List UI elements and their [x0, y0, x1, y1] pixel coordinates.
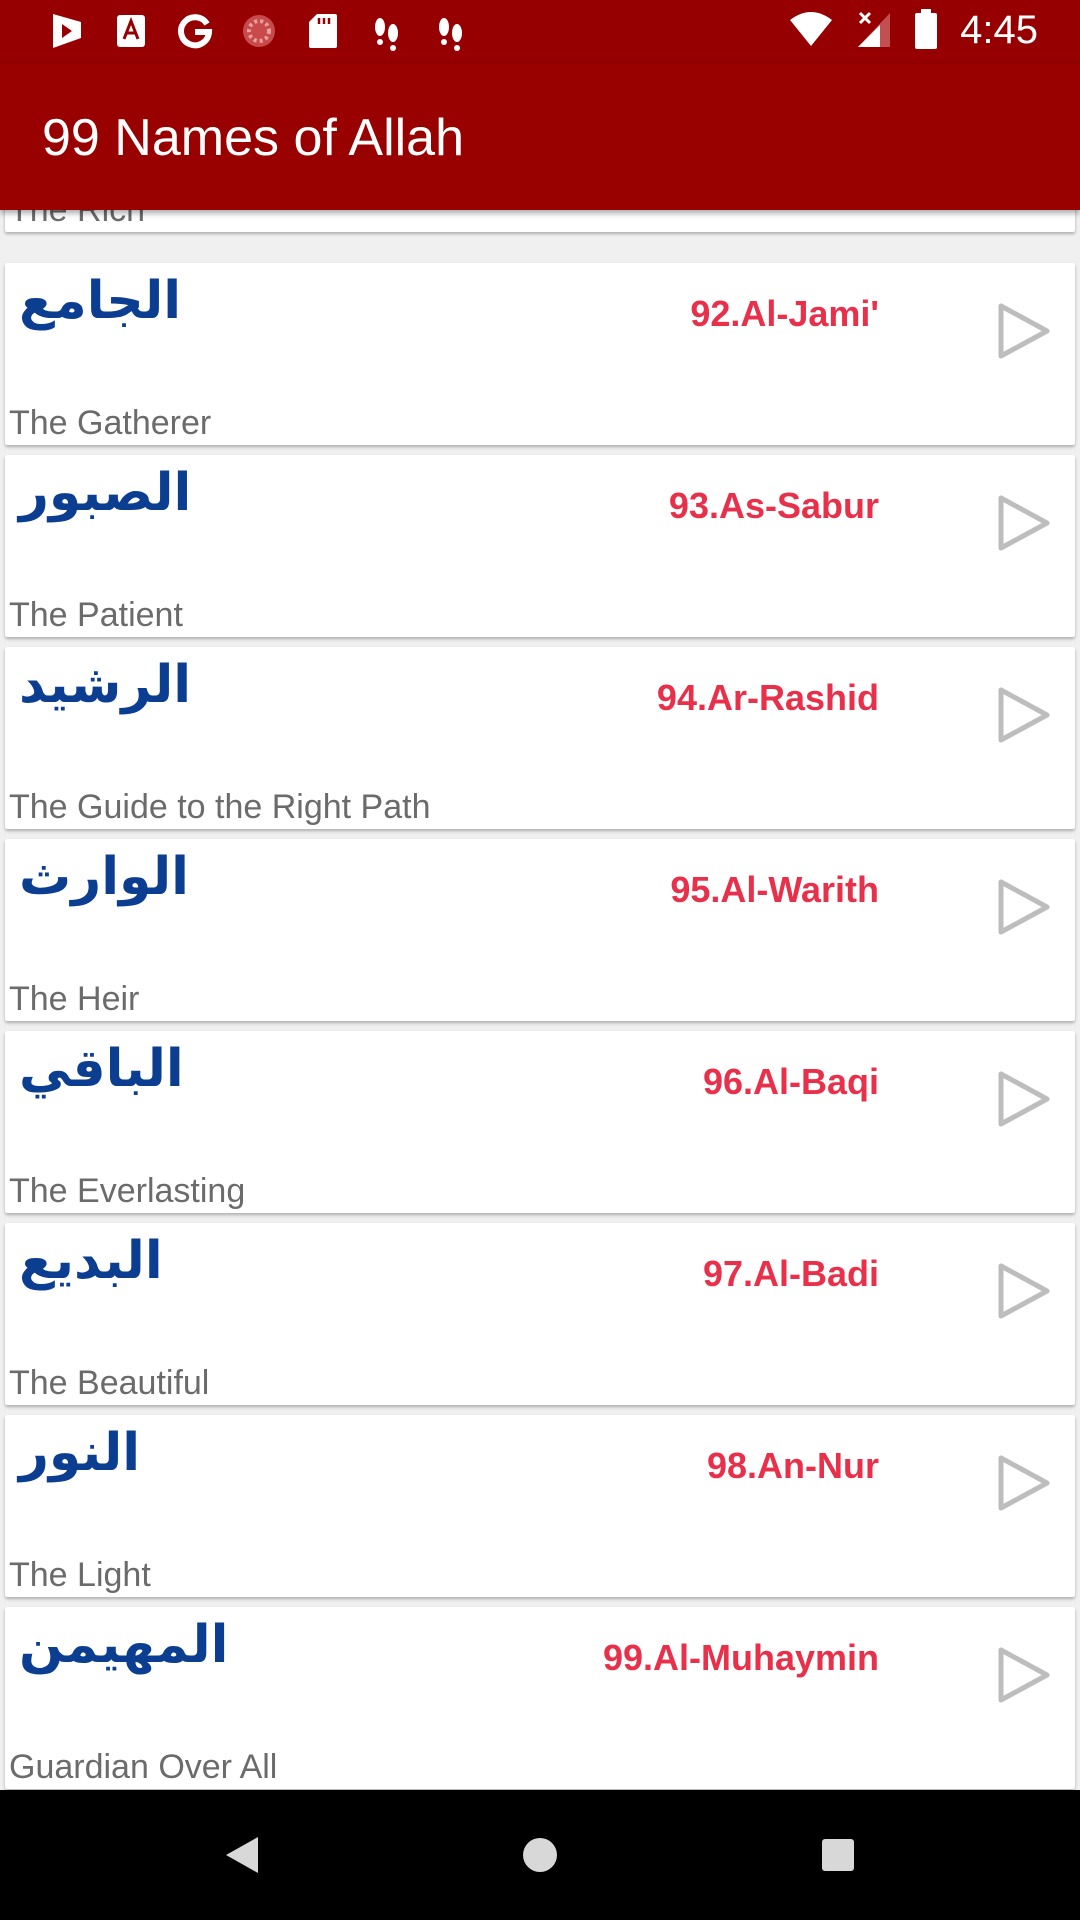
transliteration: 97.Al-Badi: [702, 1253, 879, 1294]
status-time: 4:45: [960, 8, 1038, 52]
page-title: 99 Names of Allah: [42, 109, 465, 167]
list-item[interactable]: البديع 97.Al-Badi The Beautiful: [5, 1223, 1075, 1405]
arabic-name: الصبور: [19, 463, 192, 523]
transliteration: 94.Ar-Rashid: [656, 677, 879, 718]
arabic-name: البديع: [19, 1231, 163, 1291]
name-meaning: Guardian Over All: [9, 1748, 278, 1786]
recents-icon[interactable]: [808, 1825, 868, 1885]
transliteration: 93.As-Sabur: [668, 485, 879, 526]
name-meaning: The Patient: [9, 596, 183, 634]
name-meaning: The Guide to the Right Path: [9, 788, 431, 826]
name-meaning: The Everlasting: [9, 1172, 246, 1210]
arabic-name: الوارث: [19, 847, 189, 907]
names-list[interactable]: The Rich الجامع 92.Al-Jami' The Gatherer…: [0, 210, 1080, 1790]
transliteration: 98.An-Nur: [706, 1445, 879, 1486]
back-icon[interactable]: [212, 1825, 272, 1885]
arabic-name: النور: [19, 1423, 141, 1483]
battery-icon: [914, 8, 938, 53]
notification-icons: [48, 10, 470, 52]
play-icon[interactable]: [995, 301, 1053, 361]
list-item[interactable]: الصبور 93.As-Sabur The Patient: [5, 455, 1075, 637]
transliteration: 96.Al-Baqi: [702, 1061, 879, 1102]
transliteration: 99.Al-Muhaymin: [602, 1637, 879, 1678]
list-item[interactable]: الوارث 95.Al-Warith The Heir: [5, 839, 1075, 1021]
name-meaning: The Light: [9, 1556, 151, 1594]
list-item[interactable]: الرشيد 94.Ar-Rashid The Guide to the Rig…: [5, 647, 1075, 829]
footprints-icon: [368, 10, 406, 52]
navigation-bar: [0, 1790, 1080, 1920]
list-item[interactable]: الباقي 96.Al-Baqi The Everlasting: [5, 1031, 1075, 1213]
loading-icon: [240, 10, 278, 52]
font-a-icon: [112, 10, 150, 52]
list-item[interactable]: النور 98.An-Nur The Light: [5, 1415, 1075, 1597]
name-meaning: The Rich: [9, 210, 146, 229]
arabic-name: الجامع: [19, 271, 182, 331]
app-bar: 99 Names of Allah: [0, 64, 1080, 210]
play-icon[interactable]: [995, 1261, 1053, 1321]
sd-card-icon: [304, 10, 342, 52]
footprints-icon: [432, 10, 470, 52]
arabic-name: الرشيد: [19, 655, 192, 715]
play-icon[interactable]: [995, 493, 1053, 553]
home-icon[interactable]: [510, 1825, 570, 1885]
play-icon[interactable]: [995, 1453, 1053, 1513]
arabic-name: الباقي: [19, 1039, 184, 1099]
wifi-icon: [788, 10, 834, 52]
google-icon: [176, 10, 214, 52]
transliteration: 92.Al-Jami': [690, 293, 879, 334]
transliteration: 95.Al-Warith: [670, 869, 879, 910]
name-meaning: The Heir: [9, 980, 140, 1018]
play-store-icon: [48, 10, 86, 52]
name-meaning: The Beautiful: [9, 1364, 210, 1402]
name-meaning: The Gatherer: [9, 404, 212, 442]
play-icon[interactable]: [995, 685, 1053, 745]
list-item[interactable]: المهيمن 99.Al-Muhaymin Guardian Over All: [5, 1607, 1075, 1789]
play-icon[interactable]: [995, 1069, 1053, 1129]
list-item[interactable]: الجامع 92.Al-Jami' The Gatherer: [5, 263, 1075, 445]
arabic-name: المهيمن: [19, 1615, 229, 1675]
play-icon[interactable]: [995, 877, 1053, 937]
play-icon[interactable]: [995, 1645, 1053, 1705]
list-item[interactable]: The Rich: [5, 210, 1075, 232]
system-icons: 4:45: [788, 8, 1038, 53]
no-signal-icon: [856, 9, 892, 53]
status-bar: 4:45: [0, 0, 1080, 64]
